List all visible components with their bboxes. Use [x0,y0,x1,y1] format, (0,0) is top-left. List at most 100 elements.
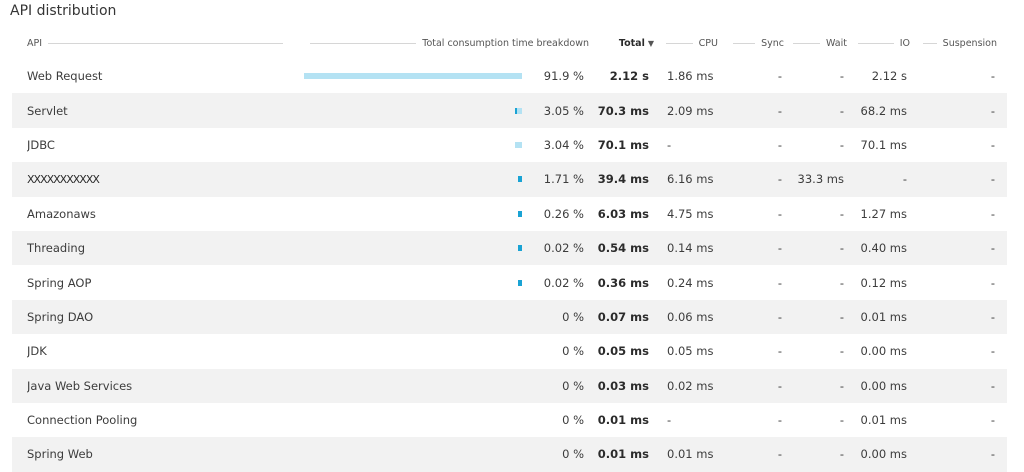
wait-time: - [839,206,844,221]
io-time: 0.00 ms [860,344,907,359]
wait-time: - [839,69,844,84]
api-name: Spring AOP [27,275,92,290]
table-row[interactable]: JDK 0 % 0.05 ms 0.05 ms - - 0.00 ms - [12,334,1007,368]
table-row[interactable]: Spring DAO 0 % 0.07 ms 0.06 ms - - 0.01 … [12,299,1007,335]
total-time: 0.01 ms [597,447,649,462]
consumption-percent: 3.04 % [543,137,584,152]
consumption-percent: 0.02 % [543,241,584,256]
column-header-divider [733,43,756,44]
consumption-bar-cell [304,334,522,368]
column-header-total[interactable]: Total ▼ [592,28,654,59]
cpu-time: - [667,413,672,428]
total-time: 70.3 ms [597,103,649,118]
table-row[interactable]: Amazonaws 0.26 % 6.03 ms 4.75 ms - - 1.2… [12,197,1007,231]
column-header-suspension[interactable]: Suspension [917,28,997,59]
column-header-total-label: Total [618,38,645,49]
consumption-bar-cell [304,437,522,471]
cpu-time: - [667,137,672,152]
wait-time: - [839,378,844,393]
api-name: Java Web Services [27,378,133,393]
table-row[interactable]: JDBC 3.04 % 70.1 ms - - - 70.1 ms - [12,128,1007,162]
io-time: - [902,172,907,187]
cpu-time: 0.05 ms [667,344,714,359]
io-time: 0.00 ms [860,378,907,393]
suspension-time: - [990,206,995,221]
sync-time: - [777,275,782,290]
consumption-bar-cell [304,403,522,437]
table-row[interactable]: Spring AOP 0.02 % 0.36 ms 0.24 ms - - 0.… [12,265,1007,299]
api-name: XXXXXXXXXXX [27,172,100,186]
consumption-percent: 91.9 % [543,69,584,84]
table-row[interactable]: Spring Web 0 % 0.01 ms 0.01 ms - - 0.00 … [12,437,1007,472]
sort-descending-icon: ▼ [647,39,654,48]
sync-time: - [777,413,782,428]
wait-time: - [839,275,844,290]
table-row[interactable]: XXXXXXXXXXX 1.71 % 39.4 ms 6.16 ms - 33.… [12,162,1007,197]
table-row[interactable]: Connection Pooling 0 % 0.01 ms - - - 0.0… [12,403,1007,437]
suspension-time: - [990,413,995,428]
wait-time: - [839,137,844,152]
total-time: 39.4 ms [597,172,649,187]
wait-time: - [839,241,844,256]
api-name: Spring DAO [27,309,94,324]
table-header: API Total consumption time breakdown Tot… [12,28,1007,59]
table-row[interactable]: Servlet 3.05 % 70.3 ms 2.09 ms - - 68.2 … [12,93,1007,128]
consumption-bar-cell [304,300,522,334]
wait-time: - [839,447,844,462]
suspension-time: - [990,275,995,290]
consumption-bar [518,176,522,183]
suspension-time: - [990,172,995,187]
consumption-percent: 1.71 % [543,172,584,187]
suspension-time: - [990,241,995,256]
consumption-bar-cell [304,369,522,403]
consumption-bar-cell [304,231,522,265]
consumption-percent: 3.05 % [543,103,584,118]
column-header-breakdown[interactable]: Total consumption time breakdown [304,28,589,59]
suspension-time: - [990,69,995,84]
column-header-cpu[interactable]: CPU [660,28,718,59]
suspension-time: - [990,447,995,462]
consumption-percent: 0.02 % [543,275,584,290]
suspension-time: - [990,103,995,118]
total-time: 70.1 ms [597,137,649,152]
table-row[interactable]: Web Request 91.9 % 2.12 s 1.86 ms - - 2.… [12,59,1007,93]
io-time: 68.2 ms [860,103,907,118]
column-header-api[interactable]: API [27,28,289,59]
consumption-percent: 0 % [562,447,584,462]
io-time: 0.00 ms [860,447,907,462]
api-distribution-table: API Total consumption time breakdown Tot… [12,28,1007,472]
consumption-bar-cell [304,59,522,93]
wait-time: - [839,309,844,324]
total-time: 0.03 ms [597,378,649,393]
consumption-bar-cell [304,265,522,299]
cpu-time: 2.09 ms [667,103,714,118]
total-time: 0.36 ms [597,275,649,290]
column-header-wait[interactable]: Wait [787,28,847,59]
total-time: 6.03 ms [597,206,649,221]
column-header-io[interactable]: IO [852,28,910,59]
io-time: 70.1 ms [860,137,907,152]
total-time: 0.01 ms [597,413,649,428]
api-name: Servlet [27,103,68,118]
api-name: Amazonaws [27,206,96,221]
table-row[interactable]: Threading 0.02 % 0.54 ms 0.14 ms - - 0.4… [12,230,1007,266]
api-name: JDK [27,344,47,359]
consumption-bar-cell [304,128,522,162]
io-time: 0.40 ms [860,241,907,256]
column-header-divider [48,43,283,44]
consumption-bar [518,279,522,286]
cpu-time: 0.02 ms [667,378,714,393]
column-header-divider [858,43,894,44]
wait-time: - [839,344,844,359]
cpu-time: 0.14 ms [667,241,714,256]
consumption-bar [304,73,522,80]
sync-time: - [777,103,782,118]
column-header-sync[interactable]: Sync [727,28,784,59]
suspension-time: - [990,378,995,393]
consumption-bar-accent [515,107,517,114]
table-row[interactable]: Java Web Services 0 % 0.03 ms 0.02 ms - … [12,368,1007,403]
cpu-time: 6.16 ms [667,172,714,187]
io-time: 2.12 s [871,69,907,84]
wait-time: 33.3 ms [797,172,844,187]
column-header-breakdown-label: Total consumption time breakdown [422,38,589,49]
